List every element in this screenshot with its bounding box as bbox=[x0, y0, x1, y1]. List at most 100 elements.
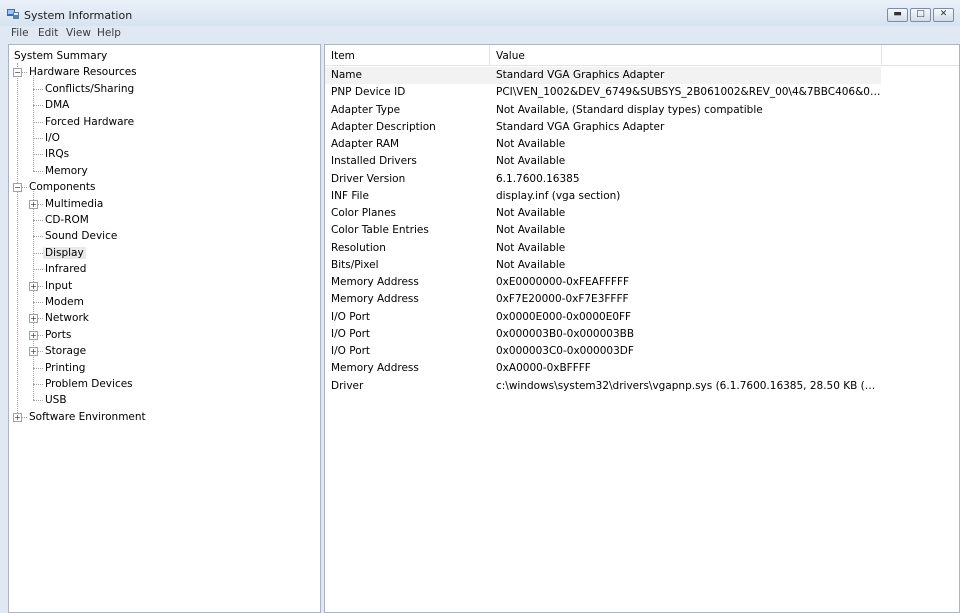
table-row[interactable]: Driver c:\windows\system32\drivers\vgapnp… bbox=[325, 378, 959, 395]
item-cell: Name bbox=[331, 69, 362, 81]
tree-item[interactable]: Modem bbox=[45, 294, 84, 310]
value-cell: PCI\VEN_1002&DEV_6749&SUBSYS_2B061002&RE… bbox=[496, 86, 881, 99]
column-divider[interactable] bbox=[881, 45, 882, 65]
table-row[interactable]: Color Planes Not Available bbox=[325, 205, 959, 222]
item-cell: Adapter Type bbox=[331, 103, 401, 116]
tree-item[interactable]: Problem Devices bbox=[45, 376, 133, 392]
tree-item[interactable]: Display bbox=[43, 245, 86, 261]
table-row[interactable]: Driver Version 6.1.7600.16385 bbox=[325, 171, 959, 188]
close-button[interactable]: ✕ bbox=[933, 8, 954, 22]
table-row[interactable]: Adapter Description Standard VGA Graphics… bbox=[325, 119, 959, 136]
column-header-value[interactable]: Value bbox=[496, 45, 525, 65]
tree-item-label: CD-ROM bbox=[45, 214, 89, 226]
tree-item[interactable]: Network bbox=[45, 310, 89, 326]
column-divider[interactable] bbox=[489, 45, 490, 65]
tree-item[interactable]: I/O bbox=[45, 130, 60, 146]
tree-connector bbox=[33, 76, 34, 171]
table-row[interactable]: Memory Address 0xE0000000-0xFEAFFFFF bbox=[325, 274, 959, 291]
value-cell: 0xF7E20000-0xF7E3FFFF bbox=[496, 293, 629, 306]
tree-item[interactable]: Components bbox=[29, 179, 95, 195]
tree-item[interactable]: Multimedia bbox=[45, 196, 103, 212]
tree-item[interactable]: Input bbox=[45, 278, 72, 294]
tree-connector bbox=[33, 367, 43, 369]
tree-item[interactable]: Conflicts/Sharing bbox=[45, 81, 134, 97]
value-cell: Not Available, (Standard display types) … bbox=[496, 103, 763, 116]
tree-item[interactable]: Software Environment bbox=[29, 409, 146, 425]
expand-icon[interactable]: + bbox=[29, 281, 38, 291]
item-cell: Resolution bbox=[331, 241, 386, 254]
value-cell: 0xA0000-0xBFFFF bbox=[496, 362, 591, 375]
tree-item[interactable]: USB bbox=[45, 392, 67, 408]
tree-item-label: IRQs bbox=[45, 148, 70, 161]
tree-item-label: USB bbox=[45, 394, 67, 407]
table-row[interactable]: Memory Address 0xF7E20000-0xF7E3FFFF bbox=[325, 291, 959, 308]
tree-item[interactable]: System Summary bbox=[14, 48, 107, 64]
expand-icon[interactable]: + bbox=[29, 330, 38, 340]
tree-item-label: Components bbox=[29, 181, 96, 194]
details-table[interactable]: Item Value Name Standard VGA Graphics Ada… bbox=[324, 44, 960, 613]
expand-icon[interactable]: + bbox=[29, 347, 38, 357]
value-cell: 0x000003C0-0x000003DF bbox=[496, 345, 634, 357]
tree-item[interactable]: Memory bbox=[45, 163, 88, 179]
tree-item[interactable]: Forced Hardware bbox=[45, 114, 134, 130]
menu-edit[interactable]: Edit bbox=[38, 27, 58, 39]
tree-item[interactable]: Infrared bbox=[45, 261, 86, 277]
value-cell: 0x000003B0-0x000003BB bbox=[496, 327, 635, 340]
tree-connector bbox=[33, 154, 43, 156]
tree-item-label: Ports bbox=[45, 328, 72, 341]
table-row[interactable]: I/O Port 0x000003C0-0x000003DF bbox=[325, 343, 959, 360]
expand-icon[interactable]: + bbox=[29, 314, 38, 324]
tree-item-label: Sound Device bbox=[45, 230, 118, 243]
item-cell: Color Planes bbox=[331, 207, 397, 219]
tree-connector bbox=[33, 220, 43, 221]
tree-connector bbox=[33, 269, 43, 271]
value-cell: Not Available bbox=[496, 207, 566, 219]
menu-help[interactable]: Help bbox=[97, 27, 121, 39]
category-tree[interactable]: System Summary Hardware Resources − Conflic… bbox=[8, 44, 321, 613]
tree-item[interactable]: CD-ROM bbox=[45, 212, 89, 228]
table-row[interactable]: Color Table Entries Not Available bbox=[325, 222, 959, 239]
tree-item[interactable]: Printing bbox=[45, 360, 85, 376]
tree-item[interactable]: Ports bbox=[45, 327, 71, 343]
table-row[interactable]: I/O Port 0x0000E000-0x0000E0FF bbox=[325, 309, 959, 326]
tree-connector bbox=[33, 384, 43, 385]
value-cell: Not Available bbox=[496, 224, 566, 237]
value-cell: Standard VGA Graphics Adapter bbox=[496, 120, 665, 133]
tree-item-label: Infrared bbox=[45, 263, 87, 276]
column-header-item[interactable]: Item bbox=[331, 45, 355, 65]
tree-connector bbox=[33, 138, 43, 139]
table-row[interactable]: Adapter Type Not Available, (Standard dis… bbox=[325, 102, 959, 119]
maximize-button[interactable]: □ bbox=[910, 8, 931, 22]
tree-item-label: Conflicts/Sharing bbox=[45, 82, 135, 95]
table-row[interactable]: PNP Device ID PCI\VEN_1002&DEV_6749&SUBSY… bbox=[325, 84, 959, 101]
expand-icon[interactable]: + bbox=[13, 412, 22, 422]
tree-item[interactable]: DMA bbox=[45, 97, 69, 113]
collapse-icon[interactable]: − bbox=[13, 183, 22, 193]
tree-item[interactable]: Sound Device bbox=[45, 228, 117, 244]
minimize-button[interactable]: ▬ bbox=[887, 8, 908, 22]
table-row[interactable]: Adapter RAM Not Available bbox=[325, 136, 959, 153]
title-bar[interactable]: System Information ▬ □ ✕ bbox=[0, 0, 960, 26]
system-information-icon bbox=[7, 9, 19, 19]
table-row[interactable]: Installed Drivers Not Available bbox=[325, 153, 959, 170]
tree-connector bbox=[33, 191, 34, 401]
menu-file[interactable]: File bbox=[11, 27, 29, 39]
value-cell: Not Available bbox=[496, 155, 566, 168]
tree-item[interactable]: Storage bbox=[45, 343, 86, 359]
tree-item[interactable]: Hardware Resources bbox=[29, 64, 137, 80]
collapse-icon[interactable]: − bbox=[13, 68, 22, 78]
item-cell: I/O Port bbox=[331, 345, 371, 357]
expand-icon[interactable]: + bbox=[29, 199, 38, 209]
table-row[interactable]: Memory Address 0xA0000-0xBFFFF bbox=[325, 360, 959, 377]
item-cell: I/O Port bbox=[331, 327, 371, 340]
value-cell: Standard VGA Graphics Adapter bbox=[496, 69, 665, 81]
table-row[interactable]: INF File display.inf (vga section) bbox=[325, 188, 959, 205]
table-row[interactable]: I/O Port 0x000003B0-0x000003BB bbox=[325, 326, 959, 343]
table-row[interactable]: Bits/Pixel Not Available bbox=[325, 257, 959, 274]
table-row[interactable]: Name Standard VGA Graphics Adapter bbox=[325, 67, 881, 84]
tree-item-label: Display bbox=[43, 246, 86, 259]
table-row[interactable]: Resolution Not Available bbox=[325, 240, 959, 257]
menu-view[interactable]: View bbox=[66, 27, 91, 39]
tree-item[interactable]: IRQs bbox=[45, 146, 69, 162]
value-cell: 6.1.7600.16385 bbox=[496, 172, 580, 185]
